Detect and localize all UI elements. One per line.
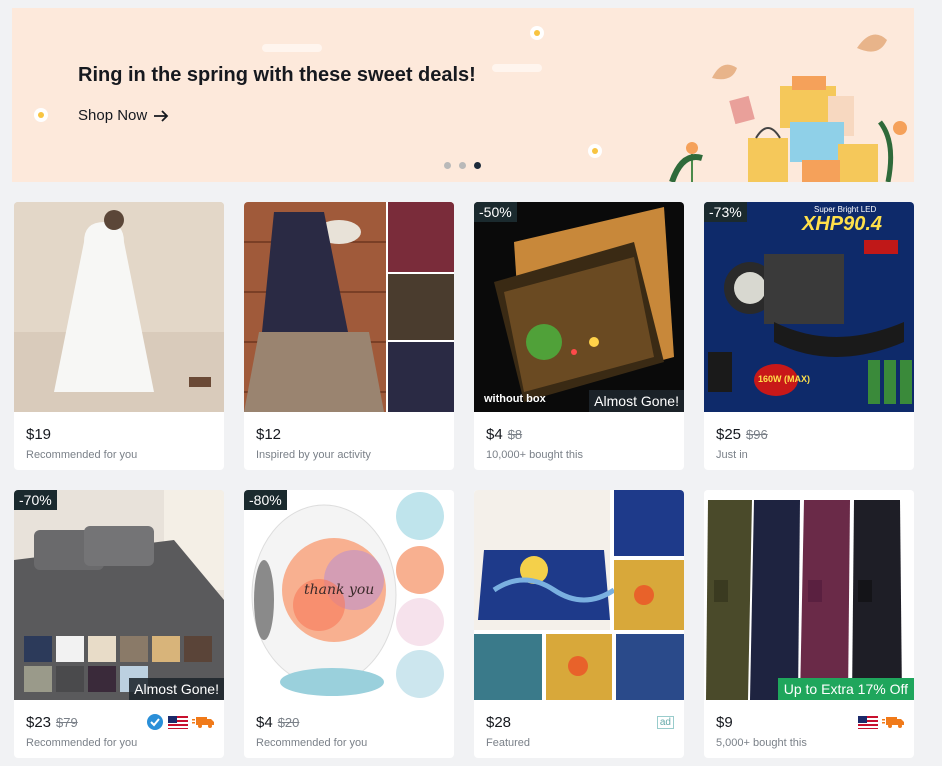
product-subtitle: Featured: [486, 737, 531, 749]
us-flag-icon: [168, 715, 188, 729]
shop-now-link[interactable]: Shop Now: [78, 107, 169, 124]
flower-icon: [34, 108, 48, 122]
product-image-glowing-rose-gift-box[interactable]: without box -50% Almost Gone!: [474, 202, 684, 412]
product-card[interactable]: -70% Almost Gone! $23 $79 Recommended fo…: [14, 490, 224, 758]
product-subtitle: 10,000+ bought this: [486, 449, 583, 461]
product-image-starry-night-bedding[interactable]: [474, 490, 684, 700]
product-image-led-headlamp[interactable]: Super Bright LED XHP90.4 160W (MAX) -73%: [704, 202, 914, 412]
flower-icon: [530, 26, 544, 40]
product-card[interactable]: Super Bright LED XHP90.4 160W (MAX) -73%…: [704, 202, 914, 470]
price-row: $9: [716, 712, 904, 732]
product-subtitle: Recommended for you: [26, 449, 138, 461]
price-row: $19: [26, 424, 214, 444]
product-image-cargo-yoga-pants[interactable]: Up to Extra 17% Off: [704, 490, 914, 700]
original-price: $20: [277, 714, 300, 730]
price-row: $23 $79: [26, 712, 214, 732]
product-image-caption: thank you: [304, 582, 374, 598]
price: $23: [26, 713, 52, 731]
promo-banner[interactable]: Ring in the spring with these sweet deal…: [12, 8, 914, 182]
us-flag-icon: [858, 715, 878, 729]
discount-badge: -70%: [14, 490, 57, 510]
price-row: $28 ad: [486, 712, 674, 732]
product-subtitle: Recommended for you: [256, 737, 368, 749]
shop-now-label: Shop Now: [78, 107, 148, 124]
price: $12: [256, 425, 282, 443]
product-card[interactable]: $19 Recommended for you: [14, 202, 224, 470]
carousel-dot-active[interactable]: [474, 162, 481, 169]
product-subtitle: Just in: [716, 449, 748, 461]
price: $9: [716, 713, 733, 731]
product-subtitle: Inspired by your activity: [256, 449, 371, 461]
almost-gone-badge: Almost Gone!: [589, 390, 684, 412]
verified-icon: [147, 714, 163, 730]
product-image-caption: without box: [483, 393, 547, 405]
banner-headline: Ring in the spring with these sweet deal…: [78, 64, 476, 86]
product-image-grey-bed-sheets[interactable]: -70% Almost Gone!: [14, 490, 224, 700]
price: $28: [486, 713, 512, 731]
ad-label: ad: [656, 715, 674, 729]
carousel-dots: [444, 162, 481, 169]
cloud-decoration: [262, 44, 322, 52]
product-image-white-linen-dress[interactable]: [14, 202, 224, 412]
spring-shopping-illustration: [669, 34, 907, 182]
price-row: $25 $96: [716, 424, 904, 444]
carousel-dot[interactable]: [459, 162, 466, 169]
product-image-caption: 160W (MAX): [758, 374, 810, 384]
price: $25: [716, 425, 742, 443]
flower-icon: [588, 144, 602, 158]
fast-shipping-icon: [882, 717, 904, 728]
product-subtitle: 5,000+ bought this: [716, 737, 807, 749]
almost-gone-badge: Almost Gone!: [129, 678, 224, 700]
discount-badge: -50%: [474, 202, 517, 222]
price: $19: [26, 425, 52, 443]
product-card[interactable]: $12 Inspired by your activity: [244, 202, 454, 470]
product-card[interactable]: $28 ad Featured: [474, 490, 684, 758]
discount-badge: -73%: [704, 202, 747, 222]
product-card[interactable]: Up to Extra 17% Off $9 5,000+ bought thi…: [704, 490, 914, 758]
product-image-floral-patchwork-dress[interactable]: [244, 202, 454, 412]
price: $4: [486, 425, 503, 443]
product-card[interactable]: thank you -80% $4 $20 Recommended for yo…: [244, 490, 454, 758]
product-icons: [146, 713, 214, 731]
price-row: $4 $20: [256, 712, 444, 732]
original-price: $96: [746, 426, 768, 442]
fast-shipping-icon: [192, 717, 214, 728]
arrow-right-icon: [154, 109, 169, 122]
extra-off-badge: Up to Extra 17% Off: [777, 678, 914, 700]
price: $4: [256, 713, 273, 731]
product-image-thank-you-sticker-roll[interactable]: thank you -80%: [244, 490, 454, 700]
cloud-decoration: [492, 64, 542, 72]
product-icons: [858, 715, 904, 729]
price-row: $4 $8: [486, 424, 674, 444]
original-price: $79: [56, 714, 78, 730]
product-image-caption: XHP90.4: [801, 213, 882, 235]
discount-badge: -80%: [244, 490, 287, 510]
original-price: $8: [507, 426, 523, 442]
product-card[interactable]: without box -50% Almost Gone! $4 $8 10,0…: [474, 202, 684, 470]
carousel-dot[interactable]: [444, 162, 451, 169]
price-row: $12: [256, 424, 444, 444]
product-subtitle: Recommended for you: [26, 737, 138, 749]
